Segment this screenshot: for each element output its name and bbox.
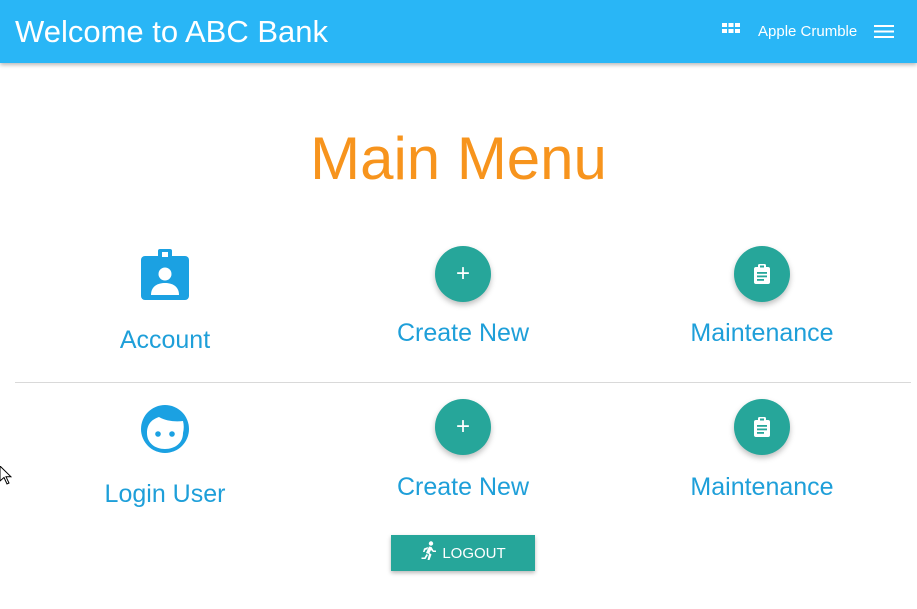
account-label[interactable]: Account — [15, 324, 315, 356]
account-maintenance[interactable]: Maintenance — [612, 240, 912, 370]
account-row: Account + Create New Maintenance — [0, 240, 917, 370]
apps-grid-icon[interactable] — [722, 23, 740, 39]
account-badge-icon — [141, 249, 189, 300]
page-title: Main Menu — [310, 125, 607, 192]
plus-icon: + — [455, 413, 470, 440]
clipboard-icon — [754, 417, 770, 437]
row-divider — [15, 382, 911, 383]
plus-icon: + — [455, 260, 470, 287]
login-user-maintenance-button[interactable] — [734, 399, 790, 455]
account-create-button[interactable]: + — [435, 246, 491, 302]
logout-button[interactable]: LOGOUT — [391, 535, 535, 571]
face-icon — [141, 405, 189, 453]
login-user-create-label[interactable]: Create New — [313, 471, 613, 503]
account-maintenance-label[interactable]: Maintenance — [612, 317, 912, 349]
login-user-create-new[interactable]: + Create New — [313, 393, 613, 523]
account-section[interactable]: Account — [15, 240, 315, 370]
login-user-maintenance-label[interactable]: Maintenance — [612, 471, 912, 503]
account-maintenance-button[interactable] — [734, 246, 790, 302]
clipboard-icon — [754, 264, 770, 284]
logout-label: LOGOUT — [442, 544, 506, 562]
app-bar: Welcome to ABC Bank Apple Crumble — [0, 0, 917, 63]
running-person-icon — [421, 541, 437, 560]
user-name[interactable]: Apple Crumble — [758, 22, 857, 42]
hamburger-menu-icon[interactable] — [874, 23, 894, 39]
login-user-create-button[interactable]: + — [435, 399, 491, 455]
login-user-maintenance[interactable]: Maintenance — [612, 393, 912, 523]
login-user-label[interactable]: Login User — [15, 478, 315, 510]
account-create-new[interactable]: + Create New — [313, 240, 613, 370]
app-title: Welcome to ABC Bank — [15, 14, 329, 49]
login-user-row: Login User + Create New Maintenance — [0, 393, 917, 523]
login-user-section[interactable]: Login User — [15, 393, 315, 523]
mouse-cursor-icon — [0, 466, 12, 485]
account-create-label[interactable]: Create New — [313, 317, 613, 349]
